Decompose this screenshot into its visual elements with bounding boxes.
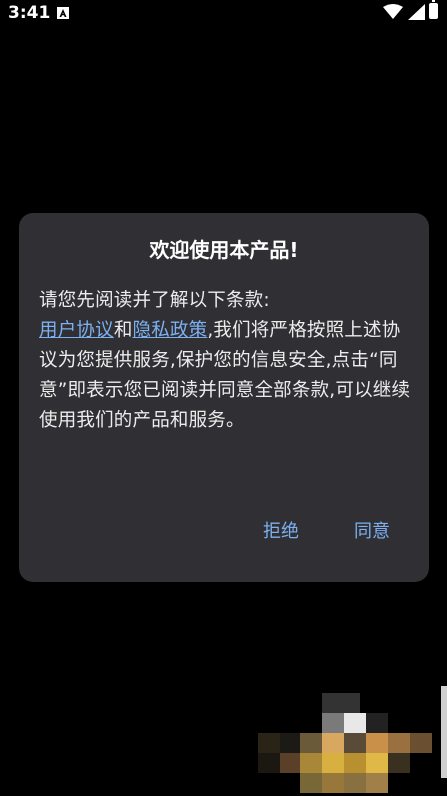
privacy-dialog: 欢迎使用本产品! 请您先阅读并了解以下条款: 用户协议和隐私政策,我们将严格按照… — [19, 213, 429, 582]
dialog-intro: 请您先阅读并了解以下条款: — [39, 290, 270, 311]
wifi-icon — [383, 4, 403, 24]
status-time: 3:41 — [8, 3, 51, 23]
pixelated-image — [258, 693, 447, 796]
reject-button[interactable]: 拒绝 — [263, 520, 299, 544]
user-agreement-link[interactable]: 用户协议 — [39, 320, 114, 341]
privacy-policy-link[interactable]: 隐私政策 — [133, 320, 208, 341]
status-bar: 3:41 — [0, 0, 447, 28]
a-notification-icon — [57, 7, 69, 19]
signal-icon — [408, 4, 425, 24]
dialog-body: 请您先阅读并了解以下条款: 用户协议和隐私政策,我们将严格按照上述协议为您提供服… — [39, 286, 411, 436]
agree-button[interactable]: 同意 — [354, 520, 390, 544]
scroll-indicator[interactable] — [441, 686, 447, 778]
battery-icon — [429, 0, 438, 19]
conjunction-text: 和 — [113, 320, 133, 341]
dialog-title: 欢迎使用本产品! — [149, 238, 299, 262]
